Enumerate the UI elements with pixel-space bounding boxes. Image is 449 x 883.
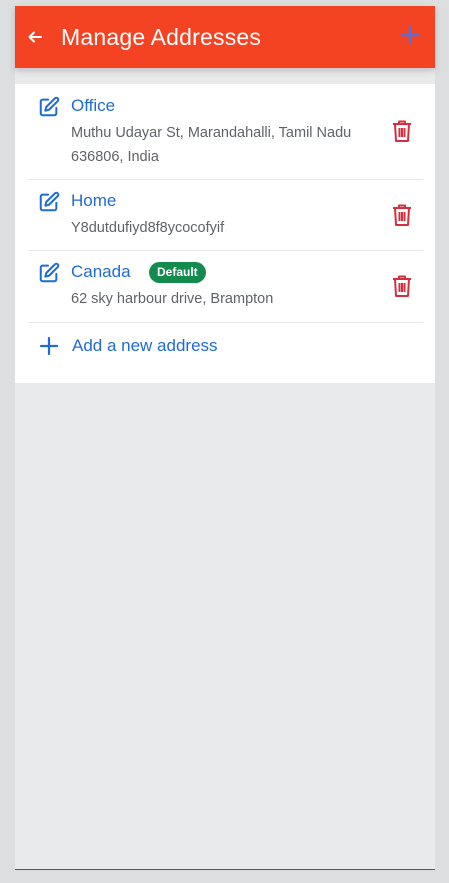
address-list: Office Muthu Udayar St, Marandahalli, Ta… [15, 84, 435, 383]
trash-icon[interactable] [391, 274, 413, 298]
address-name[interactable]: Office [71, 96, 115, 116]
address-line1: 62 sky harbour drive, Brampton [71, 291, 274, 307]
address-line2: 636806, India [71, 149, 159, 165]
edit-icon[interactable] [38, 262, 60, 284]
edit-icon[interactable] [38, 191, 60, 213]
trash-icon[interactable] [391, 119, 413, 143]
app-screen: Manage Addresses Office Muthu Udayar St,… [15, 6, 435, 870]
address-line1: Muthu Udayar St, Marandahalli, Tamil Nad… [71, 125, 352, 141]
address-name[interactable]: Canada [71, 262, 131, 282]
trash-icon[interactable] [391, 203, 413, 227]
page-title: Manage Addresses [61, 23, 262, 50]
address-item-home: Home Y8dutdufiyd8f8ycocofyif [28, 179, 423, 251]
address-name[interactable]: Home [71, 191, 116, 211]
app-header: Manage Addresses [15, 6, 435, 68]
add-new-address-label: Add a new address [72, 336, 218, 355]
edit-icon[interactable] [38, 96, 60, 118]
add-address-header-button[interactable] [399, 24, 421, 46]
add-new-address-button[interactable]: Add a new address [28, 330, 423, 362]
address-line1: Y8dutdufiyd8f8ycocofyif [71, 220, 225, 236]
address-item-office: Office Muthu Udayar St, Marandahalli, Ta… [28, 84, 423, 180]
default-badge: Default [149, 262, 206, 283]
back-button[interactable] [15, 6, 55, 68]
address-item-canada: Canada Default 62 sky harbour drive, Bra… [28, 250, 423, 323]
back-arrow-icon [28, 31, 42, 43]
plus-icon [39, 336, 59, 356]
